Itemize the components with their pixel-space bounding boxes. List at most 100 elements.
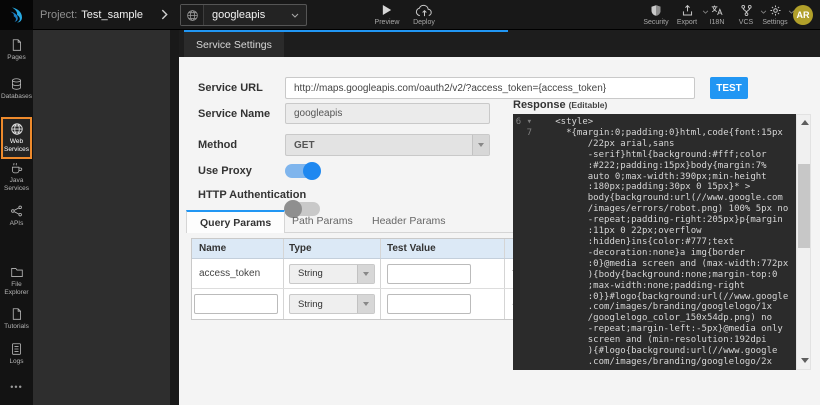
code-line: .com/images/branding/googlelogo/1x [513, 302, 796, 313]
scroll-up-icon[interactable] [801, 120, 809, 125]
param-name-value: access_token [192, 259, 284, 288]
sidebar-item-label: APIs [1, 220, 33, 228]
code-text: :0}}#logo{background:url(//www.google [539, 292, 788, 303]
folder-icon [10, 266, 24, 279]
line-number [513, 292, 539, 303]
sidebar-item-label: Databases [1, 93, 33, 101]
service-url-input[interactable]: http://maps.googleapis.com/oauth2/v2/?ac… [285, 77, 695, 99]
response-code-editor[interactable]: 6 ▾ <style> 7 *{margin:0;padding:0}html,… [513, 114, 796, 370]
line-number [513, 270, 539, 281]
tab-header-params[interactable]: Header Params [372, 210, 446, 232]
test-button[interactable]: TEST [710, 77, 748, 99]
new-param-test-value-input[interactable] [387, 294, 471, 314]
method-select[interactable]: GET [285, 134, 490, 156]
code-line: -repeat;padding-right:205px}p{margin [513, 215, 796, 226]
col-type: Type [284, 239, 381, 258]
chevron-down-icon [472, 135, 489, 155]
line-number: 7 [513, 128, 539, 139]
sidebar-item-file-explorer[interactable]: File Explorer [0, 266, 33, 296]
panel-divider [170, 30, 179, 405]
security-label: Security [643, 19, 668, 26]
preview-button[interactable]: Preview [370, 3, 404, 29]
gear-icon [769, 3, 782, 17]
line-number [513, 324, 539, 335]
code-line: :hidden}ins{color:#777;text [513, 237, 796, 248]
line-number [513, 313, 539, 324]
use-proxy-toggle[interactable] [285, 164, 320, 178]
code-text: -decoration:none}a img{border [539, 248, 745, 259]
code-text: <style> [539, 117, 593, 128]
export-label: Export [677, 19, 697, 26]
code-text: ;max-width:none;padding-right [539, 281, 745, 292]
sidebar-item-label: Tutorials [1, 323, 33, 331]
editor-scrollbar-thumb[interactable] [798, 164, 810, 248]
code-line: :#222;padding:15px}body{margin:7% [513, 161, 796, 172]
code-text: -serif}html{background:#fff;color [539, 150, 767, 161]
code-line: /googlelogo_color_150x54dp.png) no [513, 313, 796, 324]
coffee-cup-icon [10, 161, 23, 175]
tab-service-settings[interactable]: Service Settings [184, 32, 284, 57]
response-label: Response(Editable) [513, 99, 607, 111]
code-text: .com/images/branding/googlelogo/1x [539, 302, 772, 313]
code-line: :0}@media screen and (max-width:772px [513, 259, 796, 270]
tab-path-params[interactable]: Path Params [292, 210, 353, 232]
sidebar-item-web-services[interactable]: Web Services [1, 117, 32, 159]
sidebar-item-label: Logs [1, 358, 33, 366]
code-line: ){#logo{background:url(//www.google [513, 346, 796, 357]
code-text: /googlelogo_color_150x54dp.png) no [539, 313, 772, 324]
code-text: body{background:url(//www.google.com [539, 193, 783, 204]
code-line: -repeat;margin-left:-5px}@media only [513, 324, 796, 335]
sidebar-item-pages[interactable]: Pages [0, 38, 33, 62]
code-line: /images/errors/robot.png) 100% 5px no [513, 204, 796, 215]
sidebar-item-tutorials[interactable]: Tutorials [0, 307, 33, 331]
table-row: access_token String [192, 259, 529, 289]
new-param-type-select[interactable]: String [289, 294, 375, 314]
service-name-input[interactable]: googleapis [285, 103, 490, 124]
globe-icon [181, 5, 204, 25]
i18n-button[interactable]: I18N [702, 3, 732, 29]
vcs-label: VCS [739, 19, 753, 26]
code-text: ){#logo{background:url(//www.google [539, 346, 777, 357]
line-number [513, 335, 539, 346]
deploy-button[interactable]: Deploy [406, 3, 442, 29]
page-icon [10, 307, 23, 321]
param-type-select[interactable]: String [289, 264, 375, 284]
sidebar-item-databases[interactable]: Databases [0, 77, 33, 101]
user-avatar[interactable]: AR [793, 5, 813, 25]
code-line: -decoration:none}a img{border [513, 248, 796, 259]
top-bar: Project:Test_sample googleapis Preview D… [0, 0, 820, 30]
param-type-value: String [290, 268, 357, 279]
code-text: :11px 0 22px;overflow [539, 226, 702, 237]
vcs-button[interactable]: VCS [732, 3, 760, 29]
use-proxy-label: Use Proxy [198, 165, 252, 177]
export-button[interactable]: Export [670, 3, 704, 29]
sidebar-item-java-services[interactable]: Java Services [0, 161, 33, 192]
branch-icon [740, 3, 753, 17]
service-selector-dropdown[interactable]: googleapis [180, 4, 307, 26]
line-number [513, 150, 539, 161]
code-text: :180px;padding:30px 0 15px}* > [539, 182, 750, 193]
i18n-label: I18N [710, 19, 725, 26]
sidebar-item-label: File Explorer [1, 281, 33, 296]
chevron-down-icon [291, 13, 299, 18]
service-url-value: http://maps.googleapis.com/oauth2/v2/?ac… [294, 83, 606, 94]
sidebar-item-logs[interactable]: Logs [0, 342, 33, 366]
tab-query-params[interactable]: Query Params [186, 210, 285, 233]
code-line: -serif}html{background:#fff;color [513, 150, 796, 161]
line-number [513, 302, 539, 313]
scroll-down-icon[interactable] [801, 358, 809, 363]
app-logo[interactable] [0, 0, 33, 30]
service-name-value: googleapis [294, 108, 342, 119]
line-number [513, 193, 539, 204]
wavemaker-logo-icon [7, 5, 27, 25]
database-icon [10, 77, 23, 91]
line-number [513, 281, 539, 292]
param-test-value-input[interactable] [387, 264, 471, 284]
sidebar-item-label: Java Services [1, 177, 33, 192]
settings-button[interactable]: Settings [758, 3, 792, 29]
code-line: 6 ▾ <style> [513, 117, 796, 128]
security-button[interactable]: Security [638, 3, 674, 29]
sidebar-more-button[interactable]: ••• [0, 382, 33, 392]
new-param-name-input[interactable] [194, 294, 278, 314]
sidebar-item-apis[interactable]: APIs [0, 204, 33, 228]
